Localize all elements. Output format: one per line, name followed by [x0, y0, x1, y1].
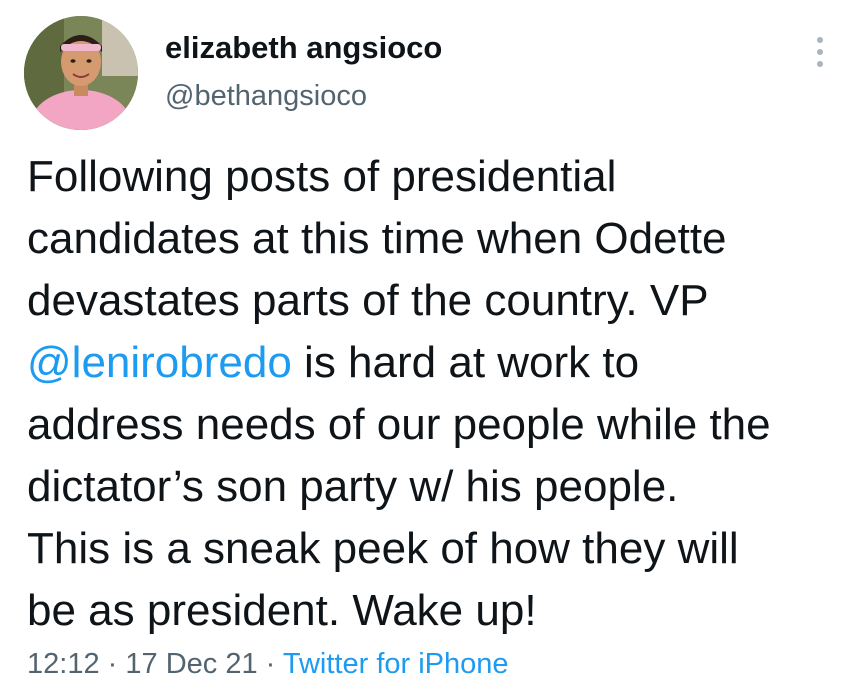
tweet-text-line: dictator’s son party w/ his people. — [27, 462, 679, 511]
avatar-photo — [24, 16, 138, 130]
meta-separator: · — [265, 648, 276, 680]
tweet-text-line: Following posts of presidential — [27, 152, 617, 201]
author-handle[interactable]: @bethangsioco — [165, 80, 367, 113]
mention-link[interactable]: @lenirobredo — [27, 338, 292, 387]
avatar[interactable] — [24, 16, 138, 130]
tweet-text-line: be as president. Wake up! — [27, 586, 537, 635]
tweet-source-link[interactable]: Twitter for iPhone — [283, 648, 509, 680]
meta-separator: · — [107, 648, 118, 680]
tweet-text-line: candidates at this time when Odette — [27, 214, 727, 263]
tweet-date[interactable]: 17 Dec 21 — [125, 648, 257, 680]
more-options-button[interactable] — [808, 32, 832, 72]
tweet-text: Following posts of presidential candidat… — [27, 146, 842, 642]
tweet-text-line: @lenirobredo is hard at work to — [27, 338, 640, 387]
tweet-text-line: This is a sneak peek of how they will — [27, 524, 739, 573]
tweet-time[interactable]: 12:12 — [27, 648, 100, 680]
tweet-text-line: address needs of our people while the — [27, 400, 771, 449]
author-display-name[interactable]: elizabeth angsioco — [165, 30, 442, 66]
more-vertical-icon-dot — [817, 61, 823, 67]
more-vertical-icon — [817, 37, 823, 43]
tweet-text-line: devastates parts of the country. VP — [27, 276, 709, 325]
tweet-metadata: 12:12 · 17 Dec 21 · Twitter for iPhone — [27, 648, 509, 681]
more-vertical-icon-dot — [817, 49, 823, 55]
